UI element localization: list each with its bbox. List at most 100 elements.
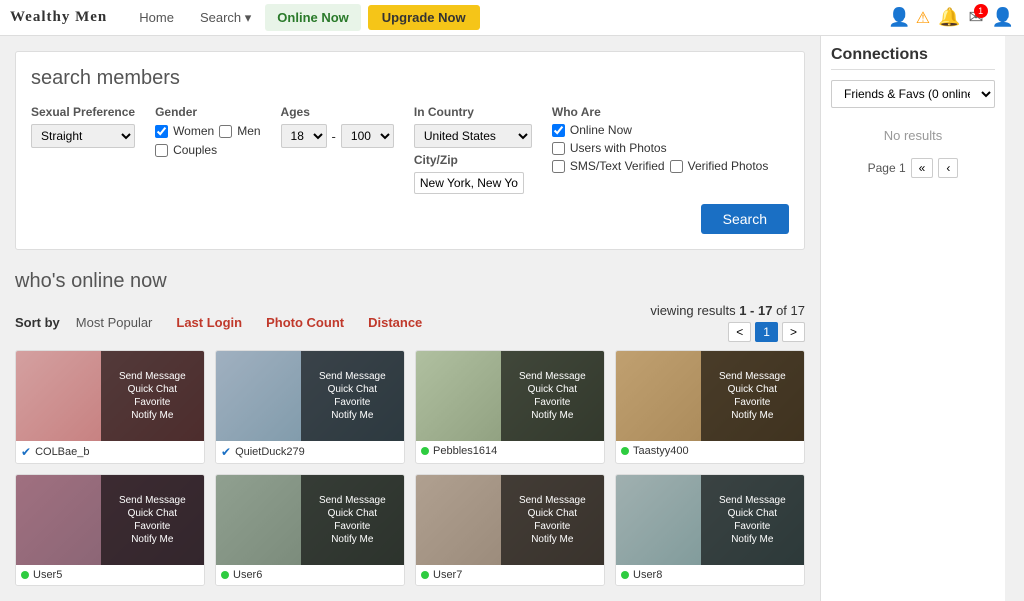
sexual-preference-select[interactable]: Straight Gay Bisexual <box>31 124 135 148</box>
country-label: In Country <box>414 105 532 119</box>
user-card-overlay: Send Message Quick Chat Favorite Notify Me <box>101 351 204 441</box>
results-right: viewing results 1 - 17 of 17 < 1 > <box>650 303 805 342</box>
sidebar-first-page[interactable]: « <box>911 158 934 178</box>
verified-icon: ✔ <box>221 445 231 459</box>
men-label: Men <box>237 124 260 138</box>
action-quick-chat[interactable]: Quick Chat <box>706 384 799 395</box>
nav-home[interactable]: Home <box>127 4 186 31</box>
user-card: Send Message Quick Chat Favorite Notify Me T… <box>615 350 805 464</box>
user-card-overlay: Send Message Quick Chat Favorite Notify Me <box>301 351 404 441</box>
action-favorite[interactable]: Favorite <box>506 521 599 532</box>
username[interactable]: User8 <box>633 569 662 581</box>
no-results-text: No results <box>831 128 995 143</box>
action-notify-me[interactable]: Notify Me <box>706 410 799 421</box>
user-card: Send Message Quick Chat Favorite Notify Me P… <box>415 350 605 464</box>
sort-distance[interactable]: Distance <box>360 311 430 334</box>
action-favorite[interactable]: Favorite <box>506 397 599 408</box>
user-card-name-row: Pebbles1614 <box>416 441 604 461</box>
city-zip-input[interactable] <box>414 172 524 194</box>
users-photos-checkbox[interactable] <box>552 142 565 155</box>
username[interactable]: Taastyy400 <box>633 445 689 457</box>
search-button[interactable]: Search <box>701 204 789 234</box>
action-quick-chat[interactable]: Quick Chat <box>306 384 399 395</box>
connections-filter-select[interactable]: Friends & Favs (0 online) <box>831 80 995 108</box>
country-select[interactable]: United States Canada United Kingdom <box>414 124 532 148</box>
action-quick-chat[interactable]: Quick Chat <box>506 384 599 395</box>
username[interactable]: Pebbles1614 <box>433 445 497 457</box>
whos-online-title: who's online now <box>15 270 805 293</box>
sidebar-prev-page[interactable]: ‹ <box>938 158 958 178</box>
action-send-message[interactable]: Send Message <box>506 495 599 506</box>
action-favorite[interactable]: Favorite <box>306 397 399 408</box>
page-1-button[interactable]: 1 <box>755 322 778 342</box>
action-notify-me[interactable]: Notify Me <box>106 410 199 421</box>
username[interactable]: User6 <box>233 569 262 581</box>
sort-photo-count[interactable]: Photo Count <box>258 311 352 334</box>
sms-checkbox[interactable] <box>552 160 565 173</box>
ages-row: 182125 - 1005075 <box>281 124 394 148</box>
couples-checkbox[interactable] <box>155 144 168 157</box>
action-favorite[interactable]: Favorite <box>706 521 799 532</box>
action-notify-me[interactable]: Notify Me <box>506 534 599 545</box>
action-send-message[interactable]: Send Message <box>506 371 599 382</box>
women-checkbox[interactable] <box>155 125 168 138</box>
notifications-button[interactable]: 🔔 <box>938 7 960 28</box>
action-quick-chat[interactable]: Quick Chat <box>506 508 599 519</box>
user-photo: Send Message Quick Chat Favorite Notify Me <box>616 475 804 565</box>
age-min-select[interactable]: 182125 <box>281 124 327 148</box>
action-send-message[interactable]: Send Message <box>106 371 199 382</box>
action-send-message[interactable]: Send Message <box>306 495 399 506</box>
results-info: viewing results 1 - 17 of 17 <box>650 303 805 318</box>
nav-online-now[interactable]: Online Now <box>265 4 361 31</box>
username[interactable]: User5 <box>33 569 62 581</box>
sms-verified-row: SMS/Text Verified Verified Photos <box>552 159 768 173</box>
alert-button[interactable]: 👤 ⚠ <box>888 7 930 28</box>
username[interactable]: QuietDuck279 <box>235 446 305 458</box>
sexual-preference-group: Sexual Preference Straight Gay Bisexual <box>31 105 135 148</box>
users-photos-checkbox-row: Users with Photos <box>552 141 768 155</box>
sort-bar: Sort by Most Popular Last Login Photo Co… <box>15 311 430 334</box>
sort-label: Sort by <box>15 315 60 330</box>
sort-last-login[interactable]: Last Login <box>168 311 250 334</box>
action-send-message[interactable]: Send Message <box>106 495 199 506</box>
action-favorite[interactable]: Favorite <box>106 521 199 532</box>
action-notify-me[interactable]: Notify Me <box>106 534 199 545</box>
action-quick-chat[interactable]: Quick Chat <box>106 508 199 519</box>
action-notify-me[interactable]: Notify Me <box>506 410 599 421</box>
user-photo: Send Message Quick Chat Favorite Notify Me <box>16 475 204 565</box>
messages-button[interactable]: ✉ 1 <box>968 7 983 28</box>
action-quick-chat[interactable]: Quick Chat <box>106 384 199 395</box>
action-send-message[interactable]: Send Message <box>306 371 399 382</box>
men-checkbox[interactable] <box>219 125 232 138</box>
pagination: < 1 > <box>650 322 805 342</box>
search-form: Sexual Preference Straight Gay Bisexual … <box>31 105 789 194</box>
online-dot <box>621 571 629 579</box>
nav-search[interactable]: Search ▾ <box>188 4 263 32</box>
action-quick-chat[interactable]: Quick Chat <box>706 508 799 519</box>
profile-button[interactable]: 👤 <box>992 7 1014 28</box>
next-page-button[interactable]: > <box>782 322 805 342</box>
action-favorite[interactable]: Favorite <box>106 397 199 408</box>
username[interactable]: User7 <box>433 569 462 581</box>
action-favorite[interactable]: Favorite <box>306 521 399 532</box>
age-max-select[interactable]: 1005075 <box>341 124 394 148</box>
action-notify-me[interactable]: Notify Me <box>706 534 799 545</box>
user-card: Send MessageQuick ChatFavoriteNotify Me✔… <box>15 350 205 464</box>
prev-page-button[interactable]: < <box>728 322 751 342</box>
action-favorite[interactable]: Favorite <box>706 397 799 408</box>
upgrade-button[interactable]: Upgrade Now <box>368 5 480 30</box>
action-quick-chat[interactable]: Quick Chat <box>306 508 399 519</box>
action-notify-me[interactable]: Notify Me <box>306 534 399 545</box>
user-photo: Send Message Quick Chat Favorite Notify Me <box>416 351 604 441</box>
user-card-overlay: Send Message Quick Chat Favorite Notify Me <box>101 475 204 565</box>
action-notify-me[interactable]: Notify Me <box>306 410 399 421</box>
user-card-name-row: User5 <box>16 565 204 585</box>
user-card: Send Message Quick Chat Favorite Notify Me ✔… <box>215 350 405 464</box>
action-send-message[interactable]: Send Message <box>706 371 799 382</box>
online-now-checkbox[interactable] <box>552 124 565 137</box>
action-send-message[interactable]: Send Message <box>706 495 799 506</box>
women-label: Women <box>173 124 214 138</box>
sort-most-popular[interactable]: Most Popular <box>68 311 161 334</box>
verified-photos-checkbox[interactable] <box>670 160 683 173</box>
username[interactable]: COLBae_b <box>35 446 89 458</box>
